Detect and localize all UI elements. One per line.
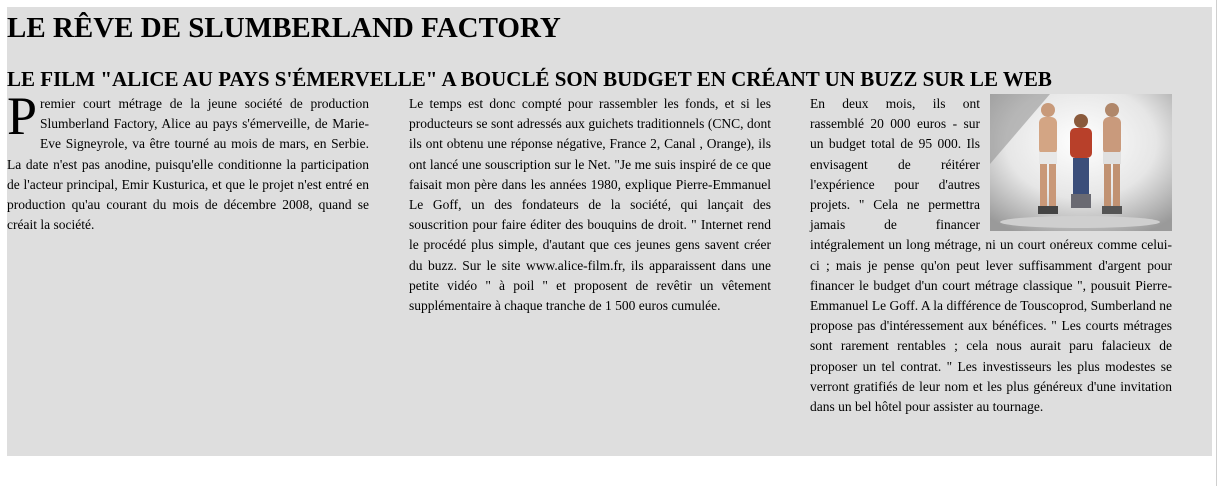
article-column-2: Le temps est donc compté pour rassembler… — [409, 94, 771, 316]
cast-photo — [990, 94, 1172, 231]
drop-cap: P — [7, 86, 38, 146]
article-column-3: En deux mois, ils ont rassemblé 20 000 e… — [810, 94, 1172, 417]
article-subtitle: LE FILM "ALICE AU PAYS S'ÉMERVELLE" A BO… — [7, 67, 1052, 91]
article-title: LE RÊVE DE SLUMBERLAND FACTORY — [7, 12, 561, 44]
column-1-text: remier court métrage de la jeune société… — [7, 96, 369, 233]
article-column-1: Premier court métrage de la jeune sociét… — [7, 86, 369, 235]
article-panel: LE RÊVE DE SLUMBERLAND FACTORY LE FILM "… — [7, 7, 1212, 456]
window-edge — [1216, 0, 1224, 486]
column-2-text: Le temps est donc compté pour rassembler… — [409, 96, 771, 314]
